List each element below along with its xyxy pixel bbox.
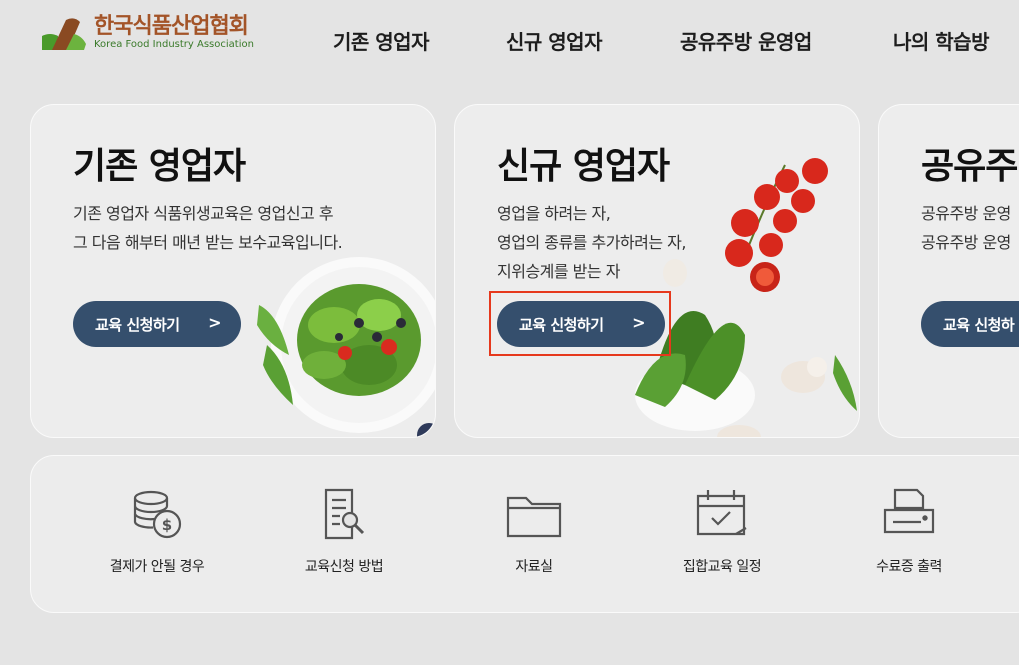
- logo[interactable]: 한국식품산업협회 Korea Food Industry Association: [40, 14, 254, 52]
- card-desc-line: 공유주방 운영: [921, 233, 1011, 252]
- nav-item-shared-kitchen[interactable]: 공유주방 운영업: [680, 26, 812, 55]
- nav-item-my-study[interactable]: 나의 학습방: [893, 26, 989, 55]
- logo-name-ko: 한국식품산업협회: [94, 14, 249, 39]
- quick-link-group-schedule[interactable]: 집합교육 일정: [642, 456, 802, 614]
- quick-link-label: 집합교육 일정: [682, 559, 762, 575]
- document-search-icon: [324, 488, 365, 540]
- header: 한국식품산업협회 Korea Food Industry Association…: [0, 0, 1019, 80]
- apply-button-label: 교육 신청하기: [519, 315, 604, 334]
- nav-item-existing[interactable]: 기존 영업자: [333, 26, 429, 55]
- calendar-check-icon: [696, 490, 747, 536]
- card-new-operator: 신규 영업자 영업을 하려는 자, 영업의 종류를 추가하려는 자, 지위승계를…: [454, 104, 860, 438]
- quick-link-archive[interactable]: 자료실: [454, 456, 614, 614]
- quick-link-label: 교육신청 방법: [304, 559, 384, 575]
- svg-text:$: $: [162, 516, 172, 534]
- apply-button-label: 교육 신청하기: [95, 315, 180, 334]
- quick-link-label: 수료증 출력: [876, 559, 942, 575]
- vegetables-illustration: [635, 158, 857, 437]
- logo-mark-icon: [40, 14, 88, 52]
- quick-link-label: 결제가 안될 경우: [109, 559, 205, 575]
- quick-link-certificate-print[interactable]: 수료증 출력: [829, 456, 989, 614]
- arrow-right-icon: >: [208, 313, 221, 332]
- apply-button-label: 교육 신청하: [943, 315, 1015, 334]
- card-title: 기존 영업자: [73, 146, 246, 187]
- arrow-right-icon: >: [632, 313, 645, 332]
- quick-links-panel: $ 결제가 안될 경우 교육신청 방법 자료실 집합교육 일정 수료증 출력: [30, 455, 1019, 613]
- nav-item-new[interactable]: 신규 영업자: [506, 26, 602, 55]
- card-existing-operator: 기존 영업자 기존 영업자 식품위생교육은 영업신고 후 그 다음 해부터 매년…: [30, 104, 436, 438]
- card-desc-line: 공유주방 운영: [921, 204, 1011, 223]
- quick-link-payment-issue[interactable]: $ 결제가 안될 경우: [77, 456, 237, 614]
- apply-button[interactable]: 교육 신청하기 >: [73, 301, 241, 347]
- card-title: 공유주: [921, 146, 1018, 187]
- printer-icon: [883, 488, 935, 534]
- card-desc-line: 기존 영업자 식품위생교육은 영업신고 후: [73, 204, 334, 223]
- card-shared-kitchen: 공유주 공유주방 운영 공유주방 운영 교육 신청하: [878, 104, 1019, 438]
- logo-name-en: Korea Food Industry Association: [94, 39, 254, 50]
- card-description: 공유주방 운영 공유주방 운영: [921, 199, 1011, 257]
- quick-link-label: 자료실: [515, 559, 553, 575]
- apply-button[interactable]: 교육 신청하: [921, 301, 1019, 347]
- quick-link-apply-method[interactable]: 교육신청 방법: [264, 456, 424, 614]
- coins-icon: $: [133, 490, 182, 539]
- folder-icon: [506, 496, 562, 538]
- apply-button[interactable]: 교육 신청하기 >: [497, 301, 665, 347]
- salad-bowl-illustration: [257, 257, 435, 437]
